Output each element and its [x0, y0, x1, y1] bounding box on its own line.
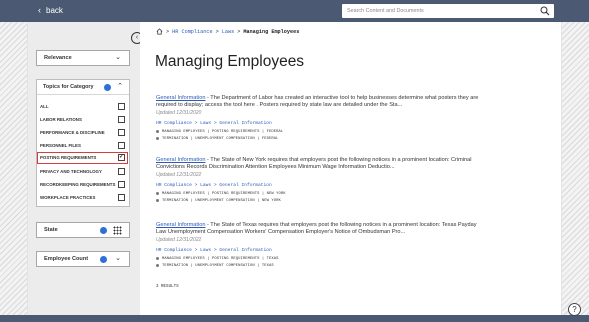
topic-option-workplace-practices[interactable]: WORKPLACE PRACTICES: [40, 193, 128, 203]
result-summary: - The Department of Labor has created an…: [156, 95, 479, 109]
tag-line: TERMINATION | UNEMPLOYMENT COMPENSATION …: [162, 136, 279, 141]
result-tags: TERMINATION | UNEMPLOYMENT COMPENSATION …: [156, 137, 486, 141]
checkbox[interactable]: [118, 103, 125, 110]
info-badge-icon: [100, 227, 107, 234]
results-count: 3 RESULTS: [156, 285, 179, 289]
topic-option-label: PERSONNEL FILES: [40, 143, 81, 148]
breadcrumb-separator: >: [166, 28, 170, 35]
dot-icon: [156, 192, 159, 196]
page-title: Managing Employees: [155, 53, 305, 70]
tag-line: MANAGING EMPLOYEES | POSTING REQUIREMENT…: [162, 191, 286, 196]
home-icon[interactable]: [156, 28, 163, 35]
dot-icon: [156, 264, 159, 268]
topic-option-label: RECORDKEEPING REQUIREMENTS: [40, 182, 116, 187]
topic-option-labor-relations[interactable]: LABOR RELATIONS: [40, 115, 128, 125]
top-bar: ‹ back: [0, 0, 589, 22]
topic-option-privacy-technology[interactable]: PRIVACY AND TECHNOLOGY: [40, 167, 128, 177]
topic-option-personnel-files[interactable]: PERSONNEL FILES: [40, 141, 128, 151]
result-updated: Updated 12/31/2022: [156, 236, 202, 243]
bottom-bar: [0, 315, 589, 322]
checkbox[interactable]: [118, 116, 125, 123]
topic-option-posting-requirements[interactable]: POSTING REQUIREMENTS ✓: [37, 152, 128, 164]
search-icon[interactable]: [540, 6, 550, 16]
topic-option-performance-discipline[interactable]: PERFORMANCE & DISCIPLINE: [40, 128, 128, 138]
tag-line: MANAGING EMPLOYEES | POSTING REQUIREMENT…: [162, 129, 284, 134]
employee-count-label: Employee Count: [44, 256, 89, 262]
chevron-left-icon: ‹: [38, 5, 41, 15]
dot-icon: [156, 199, 159, 203]
topic-option-label: ALL: [40, 104, 49, 109]
chevron-down-icon: ⌄: [115, 255, 121, 262]
result-tags: MANAGING EMPLOYEES | POSTING REQUIREMENT…: [156, 130, 486, 134]
checkbox-checked[interactable]: ✓: [118, 154, 125, 161]
employee-count-dropdown[interactable]: Employee Count ⌄: [36, 251, 130, 267]
chevron-up-icon: ⌃: [117, 83, 123, 90]
state-filter-label: State: [44, 227, 58, 233]
info-badge-icon: [104, 84, 111, 91]
breadcrumb: > HR Compliance > Laws > Managing Employ…: [156, 28, 299, 35]
breadcrumb-separator: >: [215, 28, 219, 35]
result-source-link[interactable]: General Information: [156, 157, 205, 163]
breadcrumb-current: Managing Employees: [243, 28, 300, 35]
result-item: General Information - The State of Texas…: [156, 222, 486, 268]
topic-option-label: PERFORMANCE & DISCIPLINE: [40, 130, 105, 135]
topics-filter-title: Topics for Category: [43, 84, 94, 90]
sort-dropdown-label: Relevance: [44, 55, 72, 61]
search-input[interactable]: [342, 4, 532, 18]
result-updated: Updated 12/31/2020: [156, 109, 202, 116]
topic-option-label: LABOR RELATIONS: [40, 117, 82, 122]
breadcrumb-separator: >: [237, 28, 241, 35]
result-text: General Information - The Department of …: [156, 95, 486, 110]
chevron-down-icon: ⌄: [115, 54, 121, 61]
checkbox[interactable]: [118, 129, 125, 136]
result-breadcrumb[interactable]: HR Compliance > Laws > General Informati…: [156, 183, 486, 188]
topics-filter-header[interactable]: Topics for Category ⌃: [37, 80, 129, 95]
topic-option-recordkeeping[interactable]: RECORDKEEPING REQUIREMENTS: [40, 180, 128, 190]
dot-icon: [156, 257, 159, 261]
checkbox[interactable]: [118, 194, 125, 201]
result-item: General Information - The State of New Y…: [156, 157, 486, 203]
result-tags: TERMINATION | UNEMPLOYMENT COMPENSATION …: [156, 199, 486, 203]
result-updated: Updated 12/31/2022: [156, 171, 202, 178]
tag-line: MANAGING EMPLOYEES | POSTING REQUIREMENT…: [162, 256, 279, 261]
result-tags: MANAGING EMPLOYEES | POSTING REQUIREMENT…: [156, 192, 486, 196]
result-source-link[interactable]: General Information: [156, 95, 205, 101]
dot-icon: [156, 137, 159, 141]
tag-line: TERMINATION | UNEMPLOYMENT COMPENSATION …: [162, 263, 274, 268]
back-button[interactable]: ‹ back: [38, 5, 63, 15]
topic-option-label: POSTING REQUIREMENTS: [40, 155, 97, 160]
result-text: General Information - The State of New Y…: [156, 157, 486, 172]
help-button[interactable]: ?: [568, 303, 581, 316]
right-margin: [561, 22, 589, 322]
info-badge-icon: [100, 256, 107, 263]
state-filter-dropdown[interactable]: State: [36, 222, 130, 238]
topic-option-label: PRIVACY AND TECHNOLOGY: [40, 169, 102, 174]
dot-icon: [156, 130, 159, 134]
grid-icon: [113, 226, 122, 235]
topic-option-label: WORKPLACE PRACTICES: [40, 195, 96, 200]
sort-dropdown[interactable]: Relevance ⌄: [36, 50, 130, 66]
result-tags: TERMINATION | UNEMPLOYMENT COMPENSATION …: [156, 264, 486, 268]
result-text: General Information - The State of Texas…: [156, 222, 486, 237]
left-margin: [0, 22, 28, 322]
result-source-link[interactable]: General Information: [156, 222, 205, 228]
checkbox[interactable]: [118, 181, 125, 188]
result-summary: - The State of Texas requires that emplo…: [156, 222, 477, 236]
checkbox[interactable]: [118, 168, 125, 175]
result-breadcrumb[interactable]: HR Compliance > Laws > General Informati…: [156, 121, 486, 126]
checkbox[interactable]: [118, 142, 125, 149]
chevron-left-icon: ‹: [135, 34, 139, 41]
back-label: back: [46, 5, 63, 15]
breadcrumb-link[interactable]: HR Compliance: [172, 29, 212, 35]
result-tags: MANAGING EMPLOYEES | POSTING REQUIREMENT…: [156, 257, 486, 261]
topic-option-all[interactable]: ALL: [40, 102, 128, 112]
tag-line: TERMINATION | UNEMPLOYMENT COMPENSATION …: [162, 198, 281, 203]
breadcrumb-link[interactable]: Laws: [222, 29, 234, 35]
search-box: [342, 4, 554, 18]
result-breadcrumb[interactable]: HR Compliance > Laws > General Informati…: [156, 248, 486, 253]
result-item: General Information - The Department of …: [156, 95, 486, 141]
